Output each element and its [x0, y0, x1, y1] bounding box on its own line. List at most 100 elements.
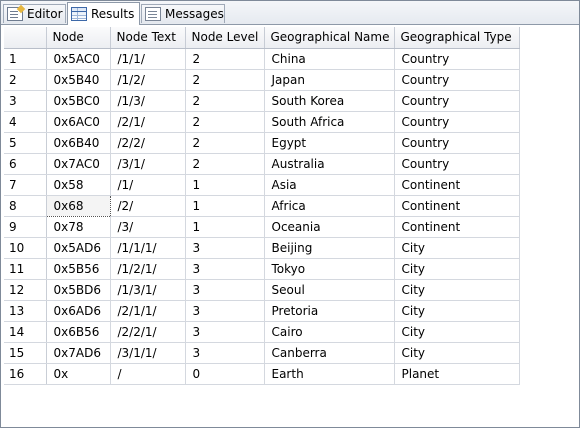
row-number[interactable]: 13	[4, 300, 47, 322]
table-row[interactable]: 7 0x58/1/1 Asia Continent	[4, 174, 520, 196]
cell-node[interactable]: 0x5BC0	[46, 90, 111, 112]
header-node-level[interactable]: Node Level	[185, 27, 265, 49]
cell-node-level[interactable]: 3	[185, 237, 265, 259]
cell-geographical-name[interactable]: Japan	[264, 69, 395, 91]
cell-geographical-type[interactable]: City	[394, 300, 520, 322]
cell-node[interactable]: 0x5AC0	[46, 48, 111, 70]
cell-node-text[interactable]: /	[110, 363, 186, 385]
cell-node-text[interactable]: /1/1/1/	[110, 237, 186, 259]
cell-geographical-type[interactable]: Continent	[394, 174, 520, 196]
cell-node-text[interactable]: /3/1/	[110, 153, 186, 175]
table-row[interactable]: 6 0x7AC0/3/1/2 Australia Country	[4, 153, 520, 175]
row-number[interactable]: 6	[4, 153, 47, 175]
table-row[interactable]: 4 0x6AC0/2/1/2 South Africa Country	[4, 111, 520, 133]
cell-node-level[interactable]: 3	[185, 342, 265, 364]
cell-node-level[interactable]: 2	[185, 69, 265, 91]
cell-node[interactable]: 0x7AC0	[46, 153, 111, 175]
table-row[interactable]: 2 0x5B40/1/2/2 Japan Country	[4, 69, 520, 91]
table-row[interactable]: 12 0x5BD6/1/3/1/3 Seoul City	[4, 279, 520, 301]
row-number[interactable]: 5	[4, 132, 47, 154]
cell-geographical-name[interactable]: South Korea	[264, 90, 395, 112]
cell-node-text[interactable]: /2/1/	[110, 111, 186, 133]
cell-geographical-type[interactable]: Continent	[394, 195, 520, 217]
cell-geographical-type[interactable]: Country	[394, 90, 520, 112]
table-row[interactable]: 1 0x5AC0/1/1/2 China Country	[4, 48, 520, 70]
table-row[interactable]: 9 0x78/3/1 Oceania Continent	[4, 216, 520, 238]
cell-node-level[interactable]: 3	[185, 321, 265, 343]
cell-geographical-name[interactable]: Tokyo	[264, 258, 395, 280]
header-geographical-name[interactable]: Geographical Name	[264, 27, 395, 49]
tab-editor[interactable]: Editor	[3, 4, 66, 23]
cell-node[interactable]: 0x6B56	[46, 321, 111, 343]
cell-node-level[interactable]: 1	[185, 174, 265, 196]
cell-geographical-type[interactable]: Planet	[394, 363, 520, 385]
cell-node-level[interactable]: 2	[185, 153, 265, 175]
row-number[interactable]: 10	[4, 237, 47, 259]
row-number[interactable]: 11	[4, 258, 47, 280]
row-number[interactable]: 3	[4, 90, 47, 112]
cell-geographical-type[interactable]: City	[394, 279, 520, 301]
cell-geographical-type[interactable]: Country	[394, 132, 520, 154]
table-row[interactable]: 8 0x68/2/1 Africa Continent	[4, 194, 520, 217]
cell-geographical-type[interactable]: Country	[394, 111, 520, 133]
cell-node-text[interactable]: /2/2/	[110, 132, 186, 154]
cell-node-level[interactable]: 3	[185, 258, 265, 280]
row-number[interactable]: 9	[4, 216, 47, 238]
cell-node-text[interactable]: /1/1/	[110, 48, 186, 70]
cell-node[interactable]: 0x5B56	[46, 258, 111, 280]
cell-geographical-name[interactable]: China	[264, 48, 395, 70]
cell-node-text[interactable]: /1/	[110, 174, 186, 196]
cell-geographical-type[interactable]: Country	[394, 69, 520, 91]
cell-geographical-name[interactable]: Cairo	[264, 321, 395, 343]
cell-node[interactable]: 0x58	[46, 174, 111, 196]
cell-geographical-type[interactable]: Country	[394, 48, 520, 70]
cell-node[interactable]: 0x7AD6	[46, 342, 111, 364]
cell-geographical-type[interactable]: City	[394, 321, 520, 343]
cell-geographical-name[interactable]: Earth	[264, 363, 395, 385]
header-corner[interactable]	[4, 27, 47, 49]
cell-node-level[interactable]: 3	[185, 300, 265, 322]
table-row[interactable]: 16 0x/0 Earth Planet	[4, 363, 520, 385]
cell-geographical-name[interactable]: Africa	[264, 195, 395, 217]
cell-node-level[interactable]: 2	[185, 132, 265, 154]
cell-node-level[interactable]: 2	[185, 48, 265, 70]
row-number[interactable]: 1	[4, 48, 47, 70]
table-row[interactable]: 11 0x5B56/1/2/1/3 Tokyo City	[4, 258, 520, 280]
cell-node-text[interactable]: /1/3/1/	[110, 279, 186, 301]
table-row[interactable]: 14 0x6B56/2/2/1/3 Cairo City	[4, 321, 520, 343]
row-number[interactable]: 16	[4, 363, 47, 385]
cell-geographical-type[interactable]: City	[394, 342, 520, 364]
table-row[interactable]: 5 0x6B40/2/2/2 Egypt Country	[4, 132, 520, 154]
cell-node-level[interactable]: 1	[185, 216, 265, 238]
header-geographical-type[interactable]: Geographical Type	[394, 27, 520, 49]
cell-node-text[interactable]: /2/	[110, 195, 186, 217]
cell-node[interactable]: 0x6AD6	[46, 300, 111, 322]
cell-node-text[interactable]: /1/2/1/	[110, 258, 186, 280]
table-row[interactable]: 15 0x7AD6/3/1/1/3 Canberra City	[4, 342, 520, 364]
row-number[interactable]: 15	[4, 342, 47, 364]
row-number[interactable]: 8	[4, 195, 47, 217]
tab-results[interactable]: Results	[67, 2, 140, 25]
cell-geographical-type[interactable]: Country	[394, 153, 520, 175]
row-number[interactable]: 14	[4, 321, 47, 343]
cell-node[interactable]: 0x6AC0	[46, 111, 111, 133]
cell-node[interactable]: 0x68	[45, 194, 111, 217]
header-node[interactable]: Node	[46, 27, 111, 49]
row-number[interactable]: 2	[4, 69, 47, 91]
cell-geographical-name[interactable]: Oceania	[264, 216, 395, 238]
cell-node-text[interactable]: /3/	[110, 216, 186, 238]
cell-geographical-type[interactable]: City	[394, 258, 520, 280]
cell-geographical-type[interactable]: Continent	[394, 216, 520, 238]
cell-geographical-name[interactable]: Canberra	[264, 342, 395, 364]
cell-geographical-name[interactable]: Asia	[264, 174, 395, 196]
cell-node-level[interactable]: 2	[185, 90, 265, 112]
cell-geographical-name[interactable]: Egypt	[264, 132, 395, 154]
table-row[interactable]: 10 0x5AD6/1/1/1/3 Beijing City	[4, 237, 520, 259]
cell-geographical-name[interactable]: Australia	[264, 153, 395, 175]
cell-node-level[interactable]: 1	[185, 195, 265, 217]
table-row[interactable]: 13 0x6AD6/2/1/1/3 Pretoria City	[4, 300, 520, 322]
cell-geographical-name[interactable]: Pretoria	[264, 300, 395, 322]
cell-node-level[interactable]: 3	[185, 279, 265, 301]
row-number[interactable]: 4	[4, 111, 47, 133]
cell-node[interactable]: 0x5BD6	[46, 279, 111, 301]
